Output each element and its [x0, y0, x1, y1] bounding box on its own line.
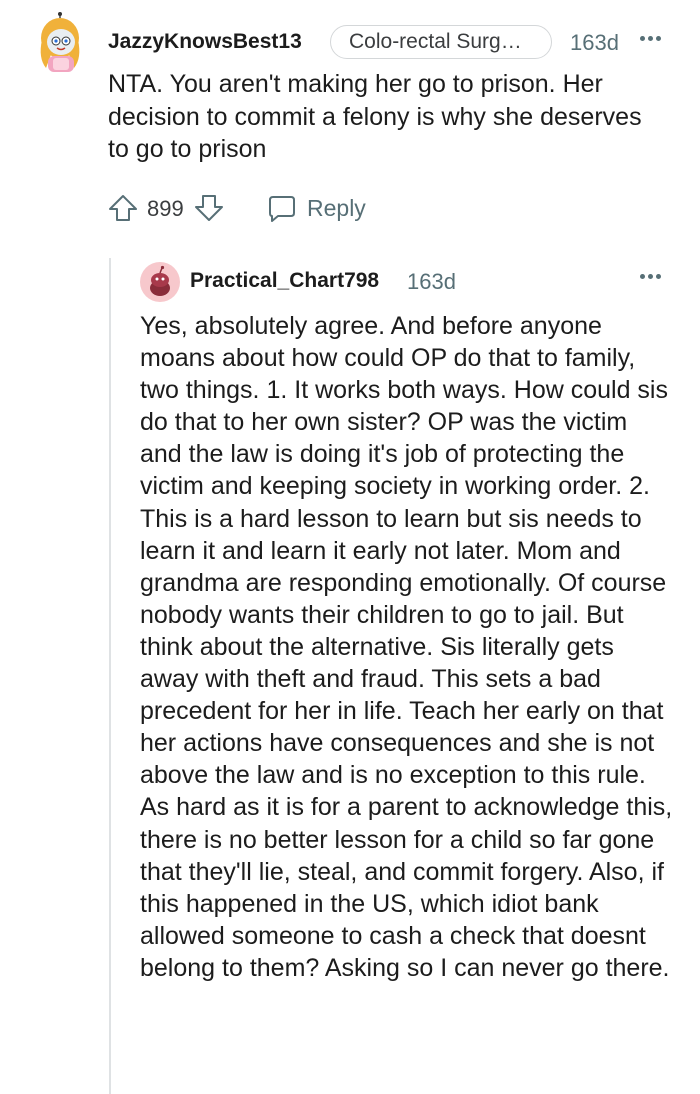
reply-avatar[interactable]	[140, 262, 180, 302]
reply-author[interactable]: Practical_Chart798	[190, 269, 379, 293]
downvote-icon[interactable]	[194, 193, 224, 223]
more-options-icon[interactable]	[640, 36, 661, 41]
reply-more-options-icon[interactable]	[640, 274, 661, 279]
comment-body: NTA. You aren't making her go to prison.…	[108, 70, 642, 163]
reply-body: Yes, absolutely agree. And before anyone…	[140, 312, 673, 982]
comment-age: 163d	[570, 30, 619, 55]
reply-bubble-icon[interactable]	[266, 194, 298, 224]
user-flair: Colo-rectal Surg…	[330, 25, 552, 59]
comment-author[interactable]: JazzyKnowsBest13	[108, 30, 302, 54]
upvote-icon[interactable]	[108, 193, 138, 223]
vote-score: 899	[147, 196, 184, 221]
reply-age: 163d	[407, 269, 456, 294]
user-avatar[interactable]	[34, 12, 86, 74]
reply-button[interactable]: Reply	[307, 195, 366, 222]
thread-line[interactable]	[109, 258, 111, 1094]
